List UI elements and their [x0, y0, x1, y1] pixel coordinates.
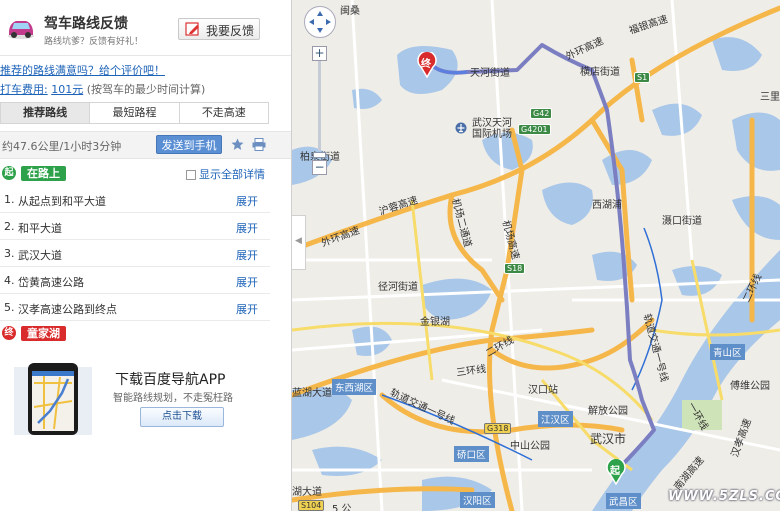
car-icon: [8, 21, 34, 39]
highway-shield: S18: [504, 263, 526, 274]
map-district-label: 青山区: [710, 344, 745, 360]
step-name: 从起点到和平大道: [18, 195, 106, 208]
step-number: 3.: [4, 247, 15, 260]
phone-app-image: [14, 363, 92, 435]
watermark: WWW.5ZLS.COM: [668, 489, 780, 504]
send-to-phone-button[interactable]: 发送到手机: [156, 135, 222, 154]
highway-shield: S104: [298, 500, 325, 511]
end-location[interactable]: 童家湖: [21, 326, 66, 341]
route-step[interactable]: 5. 汉孝高速公路到终点 展开: [0, 294, 270, 321]
map-place-label: 金银湖: [420, 317, 450, 328]
step-expand-link[interactable]: 展开: [236, 301, 258, 317]
app-title: 下载百度导航APP: [115, 372, 226, 388]
step-name: 和平大道: [18, 222, 62, 235]
map-place-label: 中山公园: [510, 441, 550, 452]
step-expand-link[interactable]: 展开: [236, 220, 258, 236]
map-place-label: 闽桑: [340, 6, 360, 17]
show-all-details[interactable]: 显示全部详情: [186, 166, 265, 182]
minor-roads: [292, 0, 780, 511]
end-marker[interactable]: 终: [417, 52, 437, 78]
taxi-fare-value[interactable]: 101元: [51, 83, 83, 96]
taxi-fare-note: (按驾车的最少时间计算): [86, 83, 206, 96]
collapse-panel-handle[interactable]: ◀: [292, 215, 306, 270]
step-name: 岱黄高速公路: [18, 276, 84, 289]
step-number: 5.: [4, 301, 15, 314]
step-number: 4.: [4, 274, 15, 287]
map-district-label: 武昌区: [606, 493, 641, 509]
start-marker[interactable]: 起: [606, 459, 626, 485]
route-step[interactable]: 2. 和平大道 展开: [0, 213, 270, 240]
taxi-fare: 打车费用: 101元 (按驾车的最少时间计算): [0, 81, 205, 97]
app-promo: 下载百度导航APP 智能路线规划，不走冤枉路 点击下载: [0, 355, 291, 435]
map-place-label: 西湖浦: [592, 200, 622, 211]
zoom-in-button[interactable]: +: [312, 46, 327, 61]
end-badge: 终: [2, 326, 16, 340]
map-city-label: 武汉市: [590, 432, 627, 446]
rate-link[interactable]: 推荐的路线满意吗？给个评价吧！: [0, 62, 165, 78]
map-place-label: 横店街道: [580, 67, 620, 78]
map-place-label: 三里: [760, 92, 780, 103]
start-badge: 起: [2, 166, 16, 180]
pan-arrows-icon: [309, 11, 331, 33]
step-name: 武汉大道: [18, 249, 62, 262]
edit-icon: [185, 22, 199, 36]
route-distance-time: 约47.6公里/1小时3分钟: [2, 140, 122, 153]
map-district-label: 汉阳区: [460, 492, 495, 508]
step-number: 1.: [4, 193, 15, 206]
step-number: 2.: [4, 220, 15, 233]
feedback-subtitle: 路线坑爹？反馈有好礼！: [44, 37, 144, 47]
zoom-slider-track[interactable]: [318, 61, 321, 151]
map-road-label: 蓝湖大道: [292, 388, 332, 399]
tab-shortest[interactable]: 最短路程: [89, 103, 179, 123]
map-district-label: 硚口区: [454, 446, 489, 462]
map-place-label: 5 公: [332, 504, 352, 511]
map-district-label: 江汉区: [538, 411, 573, 427]
feedback-button[interactable]: 我要反馈: [178, 18, 260, 40]
step-name: 汉孝高速公路到终点: [18, 303, 117, 316]
map-canvas: [292, 0, 780, 511]
highway-shield: G42: [530, 108, 553, 119]
tab-no-highway[interactable]: 不走高速: [178, 103, 268, 123]
route-step[interactable]: 3. 武汉大道 展开: [0, 240, 270, 267]
map-place-label: 径河街道: [378, 282, 418, 293]
map-place-label: 武汉天河 国际机场: [472, 118, 512, 140]
highway-shield: S1: [634, 72, 651, 83]
chevron-left-icon: ◀: [295, 236, 302, 246]
zoom-out-button[interactable]: −: [312, 160, 327, 175]
map-place-label: 湖大道: [292, 487, 322, 498]
feedback-header: 驾车路线反馈 路线坑爹？反馈有好礼！ 我要反馈: [0, 0, 291, 56]
print-icon[interactable]: [252, 138, 266, 151]
map-place-label: 滠口街道: [662, 216, 702, 227]
highway-shield: G4201: [518, 124, 551, 135]
map-place-label: 傅维公园: [730, 381, 770, 392]
route-panel: 驾车路线反馈 路线坑爹？反馈有好礼！ 我要反馈 推荐的路线满意吗？给个评价吧！ …: [0, 0, 292, 511]
start-location[interactable]: 在路上: [21, 166, 66, 181]
airport-icon: [455, 122, 467, 134]
feedback-button-label: 我要反馈: [206, 24, 255, 38]
zoom-slider-handle[interactable]: [313, 152, 326, 158]
map-place-label: 汉口站: [528, 385, 558, 396]
app-subtitle: 智能路线规划，不走冤枉路: [113, 393, 233, 404]
step-expand-link[interactable]: 展开: [236, 274, 258, 290]
route-tabs: 推荐路线 最短路程 不走高速: [0, 102, 269, 124]
route-step[interactable]: 4. 岱黄高速公路 展开: [0, 267, 270, 294]
show-all-checkbox[interactable]: [186, 170, 196, 180]
map-view[interactable]: 闽桑 天河街道 横店街道 武汉天河 国际机场 柏泉街道 三里 西湖浦 滠口街道 …: [292, 0, 780, 511]
step-expand-link[interactable]: 展开: [236, 247, 258, 263]
map-district-label: 东西湖区: [332, 379, 377, 395]
download-button[interactable]: 点击下载: [140, 407, 224, 427]
favorite-star-icon[interactable]: [231, 138, 244, 151]
highway-shield: G318: [484, 423, 512, 434]
step-expand-link[interactable]: 展开: [236, 193, 258, 209]
map-place-label: 天河街道: [470, 68, 510, 79]
taxi-fare-label[interactable]: 打车费用:: [0, 83, 48, 96]
map-place-label: 解放公园: [588, 406, 628, 417]
route-summary: 约47.6公里/1小时3分钟 发送到手机: [0, 131, 291, 159]
minus-icon: −: [314, 160, 325, 174]
plus-icon: +: [314, 46, 325, 60]
route-step[interactable]: 1. 从起点到和平大道 展开: [0, 186, 270, 213]
tab-recommended[interactable]: 推荐路线: [1, 103, 90, 123]
feedback-title: 驾车路线反馈: [44, 16, 128, 32]
map-pan-control[interactable]: [304, 6, 336, 38]
